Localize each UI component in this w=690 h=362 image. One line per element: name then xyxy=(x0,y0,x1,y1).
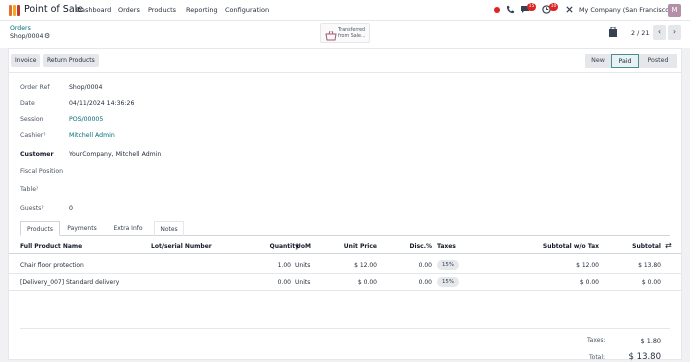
order-lines-header: Full Product Name Lot/serial Number Quan… xyxy=(9,239,681,254)
col-quantity[interactable]: Quantity xyxy=(249,243,299,250)
invoice-button[interactable]: Invoice xyxy=(11,54,41,67)
help-mark[interactable]: ? xyxy=(43,132,45,137)
app-name[interactable]: Point of Sale xyxy=(24,4,83,15)
row-quantity: 1.00 xyxy=(277,262,291,269)
transfer-label: Transferred from Sale... xyxy=(338,28,366,39)
col-subtotal-wo-tax[interactable]: Subtotal w/o Tax xyxy=(519,243,599,250)
row-subtotal-wo-tax: $ 0.00 xyxy=(579,279,599,286)
session-link[interactable]: POS/00005 xyxy=(69,116,103,123)
stage-paid[interactable]: Paid xyxy=(611,54,639,68)
fiscal-position-label: Fiscal Position xyxy=(20,168,64,175)
taxes-label: Taxes: xyxy=(587,337,606,344)
session-label: Session xyxy=(20,116,44,123)
tab-payments[interactable]: Payments xyxy=(62,221,102,236)
breadcrumb-orders[interactable]: Orders xyxy=(10,25,31,32)
chat-badge: 15 xyxy=(527,3,536,11)
tax-tag: 15% xyxy=(437,277,459,287)
menu-reporting[interactable]: Reporting xyxy=(186,6,218,14)
record-title: Shop/0004 xyxy=(10,33,44,40)
row-subtotal: $ 13.80 xyxy=(638,262,661,269)
pos-app-icon[interactable] xyxy=(9,5,20,16)
pager-value[interactable]: 2 / 21 xyxy=(631,29,649,37)
row-quantity: 0.00 xyxy=(277,279,291,286)
row-product-name: [Delivery_007] Standard delivery xyxy=(20,279,120,286)
pager-previous-button[interactable]: ‹ xyxy=(653,25,666,40)
menu-configuration[interactable]: Configuration xyxy=(225,6,269,14)
activity-badge: 10 xyxy=(549,3,558,11)
guests-label: Guests? xyxy=(20,205,44,212)
tab-products[interactable]: Products xyxy=(20,221,60,236)
stage-new[interactable]: New xyxy=(585,54,611,68)
col-uom[interactable]: UoM xyxy=(296,243,311,250)
tab-extra-info[interactable]: Extra Info xyxy=(104,221,152,236)
status-bar: Invoice Return Products New Paid Posted xyxy=(9,49,681,73)
row-subtotal-wo-tax: $ 12.00 xyxy=(576,262,599,269)
date-label: Date xyxy=(20,100,35,107)
control-panel: Orders Shop/0004 ⚙ Transferred from Sale… xyxy=(0,21,690,48)
col-lot-number[interactable]: Lot/serial Number xyxy=(151,243,212,250)
column-settings-icon[interactable]: ⇄ xyxy=(665,241,672,250)
notebook-tabs: Products Payments Extra Info Notes xyxy=(20,221,670,236)
company-switcher[interactable]: My Company (San Francisco) xyxy=(579,6,672,14)
row-discount: 0.00 xyxy=(418,262,432,269)
col-unit-price[interactable]: Unit Price xyxy=(327,243,377,250)
phone-icon[interactable] xyxy=(506,5,515,17)
order-ref-label: Order Ref xyxy=(20,84,50,91)
guests-value: 0 xyxy=(69,205,73,212)
table-row[interactable]: Chair floor protection 1.00 Units $ 12.0… xyxy=(9,257,681,274)
col-taxes[interactable]: Taxes xyxy=(437,243,456,250)
col-discount[interactable]: Disc.% xyxy=(399,243,432,250)
row-uom: Units xyxy=(295,279,311,286)
col-product-name[interactable]: Full Product Name xyxy=(20,243,82,250)
customer-label: Customer xyxy=(20,151,54,158)
menu-products[interactable]: Products xyxy=(148,6,176,14)
customer-value[interactable]: YourCompany, Mitchell Admin xyxy=(69,151,161,158)
guests-label-text: Guests xyxy=(20,205,42,212)
menu-dashboard[interactable]: Dashboard xyxy=(76,6,111,14)
help-mark[interactable]: ? xyxy=(41,205,43,210)
date-value[interactable]: 04/11/2024 14:36:26 xyxy=(69,100,134,107)
taxes-value: $ 1.80 xyxy=(640,337,661,345)
row-unit-price: $ 0.00 xyxy=(357,279,377,286)
gear-icon[interactable]: ⚙ xyxy=(44,32,50,40)
transfer-smart-button[interactable]: Transferred from Sale... xyxy=(320,23,370,43)
menu-orders[interactable]: Orders xyxy=(118,6,140,14)
tax-tag: 15% xyxy=(437,260,459,270)
return-products-button[interactable]: Return Products xyxy=(43,54,99,67)
row-unit-price: $ 12.00 xyxy=(354,262,377,269)
top-navbar: Point of Sale Dashboard Orders Products … xyxy=(0,0,690,21)
user-avatar[interactable]: M xyxy=(668,4,681,17)
cashier-label-text: Cashier xyxy=(20,132,44,139)
col-subtotal[interactable]: Subtotal xyxy=(609,243,661,250)
pager-next-button[interactable]: › xyxy=(668,25,681,40)
help-mark[interactable]: ? xyxy=(36,186,38,191)
row-uom: Units xyxy=(295,262,311,269)
row-product-name: Chair floor protection xyxy=(20,262,84,269)
barcode-icon[interactable] xyxy=(609,26,617,40)
row-subtotal: $ 0.00 xyxy=(641,279,661,286)
table-label: Table? xyxy=(20,186,38,193)
status-indicator-icon[interactable] xyxy=(494,7,500,13)
total-value: $ 13.80 xyxy=(628,352,661,362)
cashier-label: Cashier? xyxy=(20,132,45,139)
table-row[interactable]: [Delivery_007] Standard delivery 0.00 Un… xyxy=(9,274,681,291)
tab-notes[interactable]: Notes xyxy=(154,221,184,236)
basket-icon xyxy=(325,27,337,41)
totals-divider xyxy=(20,328,670,329)
stage-posted[interactable]: Posted xyxy=(639,54,677,68)
cashier-link[interactable]: Mitchell Admin xyxy=(69,132,115,139)
order-ref-value: Shop/0004 xyxy=(69,84,103,91)
row-discount: 0.00 xyxy=(418,279,432,286)
wrench-icon[interactable] xyxy=(565,5,574,17)
table-label-text: Table xyxy=(20,186,36,193)
form-sheet: Invoice Return Products New Paid Posted … xyxy=(8,48,682,362)
